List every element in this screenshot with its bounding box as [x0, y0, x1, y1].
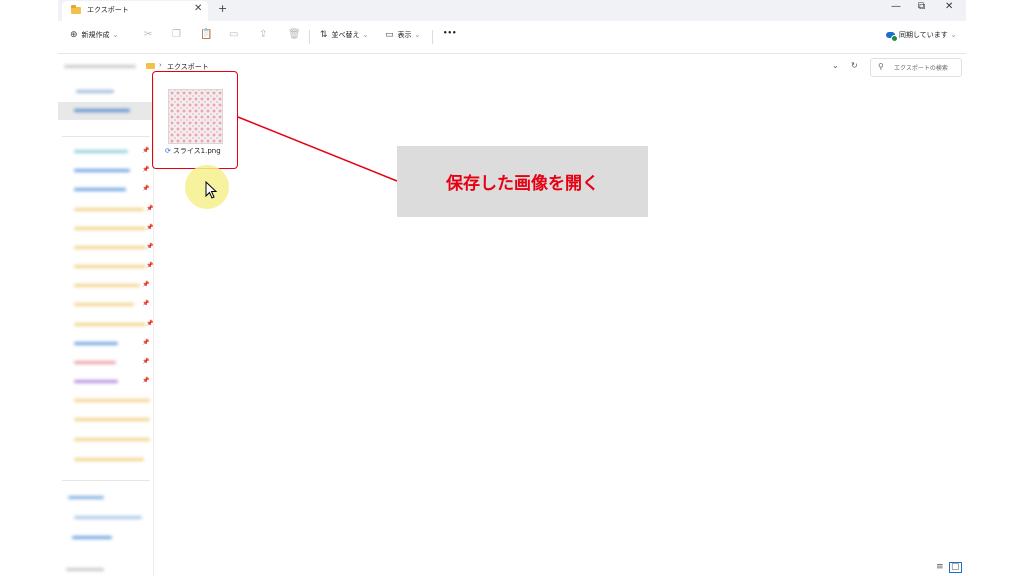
- nav-item-blurred[interactable]: [74, 361, 116, 364]
- search-input[interactable]: ⚲ エクスポートの検索: [870, 58, 962, 77]
- nav-item-blurred[interactable]: [68, 496, 104, 499]
- sort-button[interactable]: ⇅ 並べ替え ⌄: [320, 30, 368, 40]
- share-icon[interactable]: ⇪: [259, 29, 267, 40]
- callout-text: 保存した画像を開く: [446, 174, 599, 194]
- chevron-down-icon: ⌄: [950, 31, 957, 39]
- pin-icon: 📌: [146, 262, 154, 269]
- instruction-callout: 保存した画像を開く: [397, 146, 648, 217]
- nav-item-blurred[interactable]: [74, 246, 146, 249]
- pin-icon: 📌: [142, 281, 150, 288]
- breadcrumb-current-folder[interactable]: エクスポート: [167, 62, 209, 72]
- nav-item-blurred[interactable]: [74, 227, 146, 230]
- plus-circle-icon: ⊕: [70, 30, 78, 40]
- nav-item-blurred[interactable]: [74, 516, 142, 519]
- sort-icon: ⇅: [320, 30, 328, 40]
- nav-item-blurred[interactable]: [74, 438, 150, 441]
- nav-item-blurred[interactable]: [74, 323, 146, 326]
- sort-label: 並べ替え: [331, 31, 360, 39]
- sync-icon: ⟳: [165, 147, 171, 155]
- restore-button[interactable]: ⧉: [918, 1, 925, 12]
- toolbar-divider: [432, 30, 433, 44]
- file-name-row: ⟳ スライス1.png: [165, 146, 221, 156]
- view-label: 表示: [397, 31, 412, 39]
- image-thumbnail: [168, 89, 223, 144]
- nav-item-blurred[interactable]: [74, 380, 118, 383]
- sidebar-divider: [62, 480, 150, 481]
- nav-item-blurred[interactable]: [72, 536, 112, 539]
- paste-icon[interactable]: 📋: [200, 29, 212, 40]
- copy-icon[interactable]: ❐: [172, 29, 181, 40]
- nav-item-blurred[interactable]: [74, 208, 144, 211]
- folder-icon: [146, 63, 155, 69]
- search-placeholder: エクスポートの検索: [894, 65, 948, 72]
- nav-item-blurred[interactable]: [74, 458, 144, 461]
- nav-item-blurred[interactable]: [74, 169, 130, 172]
- close-tab-icon[interactable]: ✕: [194, 3, 202, 14]
- minimize-button[interactable]: —: [891, 1, 901, 12]
- pin-icon: 📌: [146, 205, 154, 212]
- nav-item-selected[interactable]: [58, 102, 152, 120]
- refresh-icon[interactable]: ↻: [851, 61, 858, 70]
- tab-title: エクスポート: [87, 6, 129, 14]
- pin-icon: 📌: [146, 320, 154, 327]
- view-button[interactable]: ▭ 表示 ⌄: [385, 30, 420, 40]
- rename-icon[interactable]: ▭: [229, 29, 238, 40]
- pin-icon: 📌: [146, 243, 154, 250]
- chevron-down-icon: ⌄: [112, 31, 119, 39]
- nav-item-blurred[interactable]: [76, 90, 114, 93]
- nav-item-blurred[interactable]: [74, 342, 118, 345]
- pin-icon: 📌: [142, 300, 150, 307]
- onedrive-cloud-icon: [886, 32, 898, 42]
- pin-icon: 📌: [142, 147, 150, 154]
- more-options-button[interactable]: •••: [443, 29, 456, 37]
- delete-icon[interactable]: 🗑: [288, 29, 301, 40]
- title-tab-bar: エクスポート ✕ + — ⧉ ✕: [58, 0, 966, 21]
- nav-item-blurred[interactable]: [74, 418, 150, 421]
- large-icons-view-icon[interactable]: ▢: [949, 562, 962, 573]
- nav-item-blurred[interactable]: [74, 399, 150, 402]
- pin-icon: 📌: [142, 185, 150, 192]
- nav-item-label-blurred: [74, 109, 130, 112]
- pin-icon: 📌: [142, 358, 150, 365]
- cut-icon[interactable]: ✂: [144, 29, 152, 40]
- pin-icon: 📌: [142, 339, 150, 346]
- nav-item-blurred[interactable]: [74, 188, 126, 191]
- pin-icon: 📌: [142, 166, 150, 173]
- mouse-pointer-icon: [205, 181, 218, 199]
- new-tab-button[interactable]: +: [218, 2, 227, 15]
- file-item[interactable]: ⟳ スライス1.png: [154, 74, 238, 169]
- view-icon: ▭: [385, 30, 394, 40]
- nav-item-blurred[interactable]: [74, 303, 134, 306]
- file-explorer-window: エクスポート ✕ + — ⧉ ✕ ⊕ 新規作成 ⌄ ✂ ❐ 📋 ▭ ⇪ 🗑 ⇅ …: [58, 0, 966, 576]
- chevron-down-icon: ⌄: [414, 31, 421, 39]
- folder-icon: [71, 5, 81, 14]
- close-window-button[interactable]: ✕: [945, 1, 953, 12]
- nav-buttons-blurred[interactable]: [64, 65, 136, 68]
- command-bar: ⊕ 新規作成 ⌄ ✂ ❐ 📋 ▭ ⇪ 🗑 ⇅ 並べ替え ⌄ ▭ 表示 ⌄ •••…: [58, 21, 966, 54]
- toolbar-divider: [309, 30, 310, 44]
- search-icon: ⚲: [878, 62, 884, 71]
- breadcrumb-separator: ›: [159, 61, 162, 69]
- new-button[interactable]: ⊕ 新規作成 ⌄: [70, 30, 118, 40]
- navigation-pane: 📌 📌 📌 📌 📌 📌 📌 📌 📌 📌 📌 📌 📌: [58, 78, 154, 576]
- pin-icon: 📌: [146, 224, 154, 231]
- sync-status-label: 同期しています: [899, 31, 948, 39]
- address-history-chevron-icon[interactable]: ⌄: [832, 61, 839, 70]
- connector-line: [237, 116, 398, 182]
- details-view-icon[interactable]: ≡: [936, 562, 944, 572]
- status-item-count-blurred: [66, 568, 104, 571]
- nav-item-blurred[interactable]: [74, 265, 146, 268]
- new-label: 新規作成: [81, 31, 110, 39]
- onedrive-sync-status[interactable]: 同期しています ⌄: [886, 30, 957, 42]
- nav-item-blurred[interactable]: [74, 150, 128, 153]
- chevron-down-icon: ⌄: [362, 31, 369, 39]
- file-name: スライス1.png: [172, 147, 221, 155]
- nav-item-blurred[interactable]: [74, 284, 140, 287]
- tab-export[interactable]: エクスポート ✕: [62, 1, 208, 21]
- sidebar-divider: [62, 136, 150, 137]
- pin-icon: 📌: [142, 377, 150, 384]
